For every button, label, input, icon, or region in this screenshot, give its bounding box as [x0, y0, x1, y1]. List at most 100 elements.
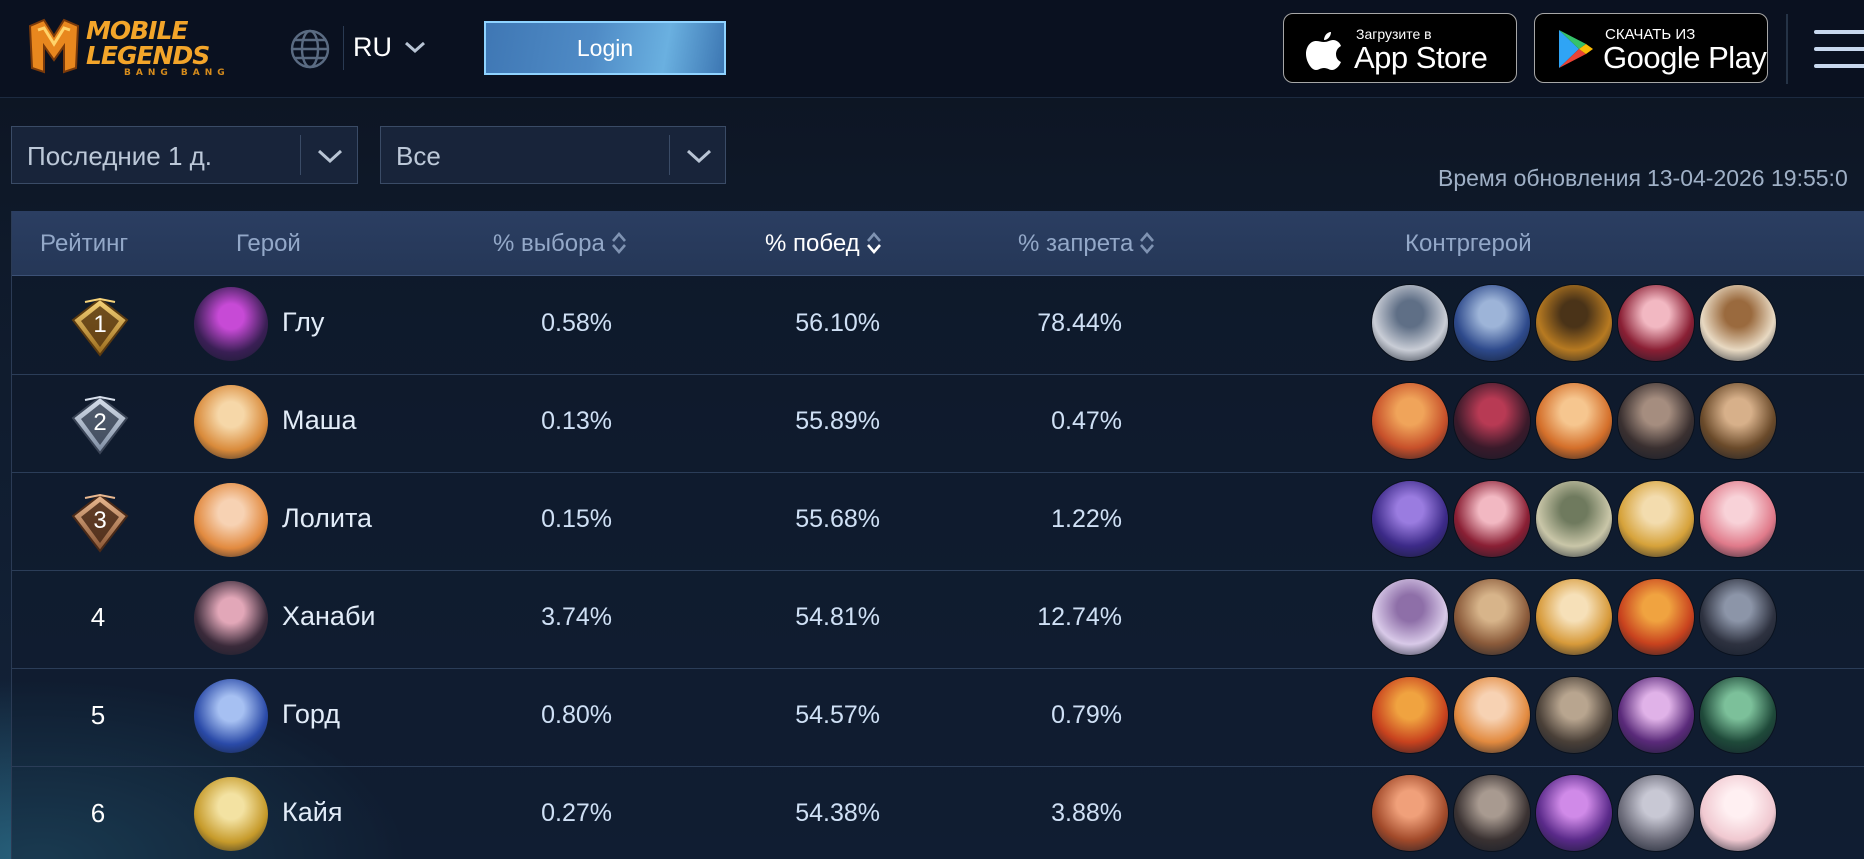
table-row[interactable]: 5 Горд 0.80% 54.57% 0.79%: [12, 668, 1864, 767]
counter-hero-avatar[interactable]: [1372, 285, 1448, 361]
counter-hero-avatar[interactable]: [1618, 383, 1694, 459]
globe-icon[interactable]: [289, 28, 331, 70]
column-win-rate[interactable]: % побед: [765, 230, 882, 258]
chevron-down-icon: [317, 149, 343, 163]
logo-line-1: MOBILE: [86, 16, 188, 45]
hero-avatar[interactable]: [194, 287, 268, 361]
rank-number: 4: [90, 602, 106, 632]
counter-heroes-list: [1372, 481, 1792, 561]
counter-hero-avatar[interactable]: [1618, 677, 1694, 753]
counter-hero-avatar[interactable]: [1454, 677, 1530, 753]
hamburger-menu-icon[interactable]: [1810, 24, 1864, 74]
counter-hero-avatar[interactable]: [1454, 775, 1530, 851]
select-separator: [669, 135, 670, 175]
counter-hero-avatar[interactable]: [1372, 579, 1448, 655]
ban-rate-value: 12.74%: [1037, 603, 1122, 631]
language-selector[interactable]: RU: [353, 32, 392, 63]
update-time-value: 13-04-2026 19:55:0: [1646, 165, 1848, 191]
game-logo[interactable]: MOBILE LEGENDS BANG BANG: [24, 16, 239, 80]
counter-hero-avatar[interactable]: [1618, 579, 1694, 655]
period-filter-select[interactable]: Последние 1 д.: [11, 126, 358, 184]
counter-hero-avatar[interactable]: [1700, 481, 1776, 557]
sort-icon: [611, 232, 626, 254]
hero-avatar[interactable]: [194, 483, 268, 557]
win-rate-value: 55.68%: [795, 505, 880, 533]
hero-name[interactable]: Горд: [282, 699, 340, 730]
hero-avatar[interactable]: [194, 581, 268, 655]
counter-hero-avatar[interactable]: [1372, 481, 1448, 557]
logo-wordmark: MOBILE LEGENDS BANG BANG: [86, 18, 230, 78]
pick-rate-value: 0.27%: [541, 799, 612, 827]
counter-hero-avatar[interactable]: [1454, 285, 1530, 361]
counter-heroes-list: [1372, 677, 1792, 757]
chevron-down-icon[interactable]: [404, 40, 426, 54]
column-pick-rate-label: % выбора: [493, 230, 605, 257]
counter-heroes-list: [1372, 579, 1792, 659]
hero-avatar[interactable]: [194, 385, 268, 459]
header-divider: [1786, 14, 1788, 84]
ban-rate-value: 1.22%: [1051, 505, 1122, 533]
column-ban-rate-label: % запрета: [1018, 230, 1134, 257]
rank-number: 1: [93, 311, 107, 338]
counter-hero-avatar[interactable]: [1536, 579, 1612, 655]
table-row[interactable]: 3 Лолита 0.15% 55.68% 1.22%: [12, 472, 1864, 571]
ban-rate-value: 3.88%: [1051, 799, 1122, 827]
counter-hero-avatar[interactable]: [1536, 383, 1612, 459]
hero-stats-table: Рейтинг Герой % выбора % побед % запрета…: [11, 211, 1864, 859]
rank-filter-select[interactable]: Все: [380, 126, 726, 184]
counter-hero-avatar[interactable]: [1454, 481, 1530, 557]
counter-hero-avatar[interactable]: [1372, 677, 1448, 753]
pick-rate-value: 0.15%: [541, 505, 612, 533]
table-row[interactable]: 2 Маша 0.13% 55.89% 0.47%: [12, 374, 1864, 473]
ban-rate-value: 78.44%: [1037, 309, 1122, 337]
counter-hero-avatar[interactable]: [1700, 677, 1776, 753]
column-pick-rate[interactable]: % выбора: [493, 230, 627, 258]
rank-number: 6: [90, 798, 106, 828]
counter-hero-avatar[interactable]: [1618, 285, 1694, 361]
counter-hero-avatar[interactable]: [1536, 677, 1612, 753]
counter-hero-avatar[interactable]: [1536, 481, 1612, 557]
column-counter-heroes: Контргерой: [1405, 230, 1532, 257]
login-button[interactable]: Login: [484, 21, 726, 75]
column-ban-rate[interactable]: % запрета: [1018, 230, 1155, 258]
google-play-big-text: Google Play: [1603, 40, 1767, 75]
counter-hero-avatar[interactable]: [1618, 481, 1694, 557]
hero-name[interactable]: Маша: [282, 405, 357, 436]
column-hero: Герой: [236, 230, 301, 257]
column-rank: Рейтинг: [40, 230, 129, 257]
counter-hero-avatar[interactable]: [1700, 285, 1776, 361]
counter-hero-avatar[interactable]: [1536, 285, 1612, 361]
google-play-badge[interactable]: СКАЧАТЬ ИЗ Google Play: [1534, 13, 1768, 83]
counter-hero-avatar[interactable]: [1372, 775, 1448, 851]
counter-hero-avatar[interactable]: [1536, 775, 1612, 851]
app-store-badge[interactable]: Загрузите в App Store: [1283, 13, 1517, 83]
google-play-icon: [1559, 30, 1593, 68]
table-row[interactable]: 1 Глу 0.58% 56.10% 78.44%: [12, 276, 1864, 375]
logo-line-3: BANG BANG: [124, 68, 230, 78]
hero-name[interactable]: Ханаби: [282, 601, 376, 632]
counter-hero-avatar[interactable]: [1454, 383, 1530, 459]
column-win-rate-label: % побед: [765, 230, 860, 257]
table-row[interactable]: 4 Ханаби 3.74% 54.81% 12.74%: [12, 570, 1864, 669]
counter-hero-avatar[interactable]: [1454, 579, 1530, 655]
win-rate-value: 56.10%: [795, 309, 880, 337]
rank-number: 3: [93, 507, 107, 534]
hero-avatar[interactable]: [194, 679, 268, 753]
counter-hero-avatar[interactable]: [1700, 383, 1776, 459]
hero-avatar[interactable]: [194, 777, 268, 851]
counter-hero-avatar[interactable]: [1700, 579, 1776, 655]
table-row[interactable]: 6 Кайя 0.27% 54.38% 3.88%: [12, 766, 1864, 859]
ban-rate-value: 0.47%: [1051, 407, 1122, 435]
counter-hero-avatar[interactable]: [1700, 775, 1776, 851]
win-rate-value: 54.38%: [795, 799, 880, 827]
hero-name[interactable]: Кайя: [282, 797, 342, 828]
win-rate-value: 54.57%: [795, 701, 880, 729]
pick-rate-value: 0.80%: [541, 701, 612, 729]
ban-rate-value: 0.79%: [1051, 701, 1122, 729]
hero-name[interactable]: Глу: [282, 307, 324, 338]
hero-name[interactable]: Лолита: [282, 503, 372, 534]
sort-icon: [1140, 232, 1155, 254]
counter-hero-avatar[interactable]: [1618, 775, 1694, 851]
counter-hero-avatar[interactable]: [1372, 383, 1448, 459]
logo-emblem-icon: [28, 18, 80, 74]
